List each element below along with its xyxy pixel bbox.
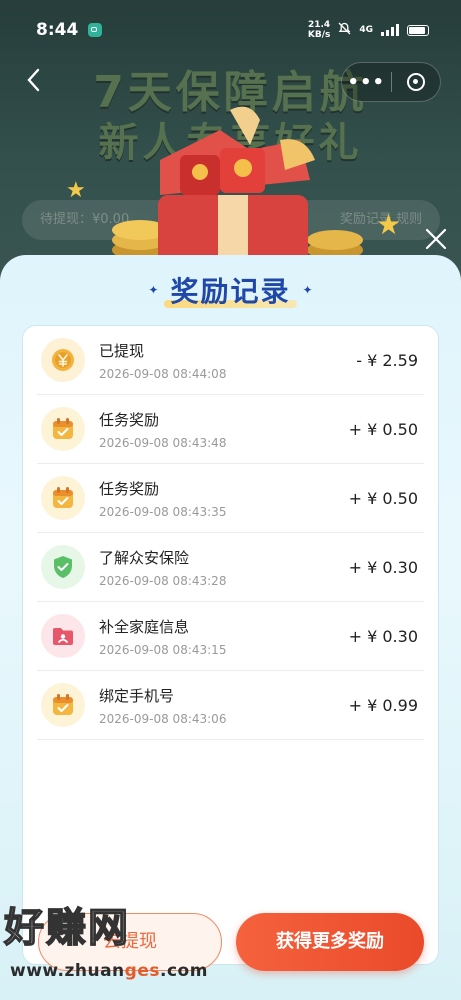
record-row: 已提现 2026-09-08 08:44:08 - ¥ 2.59 <box>37 326 424 395</box>
record-time: 2026-09-08 08:43:35 <box>99 504 227 519</box>
record-title: 补全家庭信息 <box>99 617 190 636</box>
record-amount: + ¥ 0.99 <box>348 695 418 715</box>
watermark-brand: 好赚网 <box>3 904 130 952</box>
mini-program-capsule: ••• <box>341 62 441 102</box>
signal-icon <box>381 24 399 36</box>
network-type: 4G <box>359 25 373 35</box>
records-list: 已提现 2026-09-08 08:44:08 - ¥ 2.59 任务奖励 2026-0… <box>23 326 438 740</box>
record-amount: + ¥ 0.50 <box>348 488 418 508</box>
records-card: 已提现 2026-09-08 08:44:08 - ¥ 2.59 任务奖励 2026-0… <box>22 325 439 965</box>
watermark: 好赚网 www.zhuanges.com <box>0 895 207 995</box>
gift-box-illustration <box>112 106 363 270</box>
record-text: 已提现 2026-09-08 08:44:08 <box>99 340 356 381</box>
record-title: 绑定手机号 <box>99 686 175 705</box>
watermark-url: www.zhuanges.com <box>10 961 208 981</box>
sheet-header: ✦ 奖励记录 ✦ <box>0 267 461 313</box>
record-amount: + ¥ 0.30 <box>348 557 418 577</box>
reward-records-sheet: ✦ 奖励记录 ✦ 已提现 2026-09-08 08:44:08 - ¥ 2.59 任… <box>0 255 461 1000</box>
record-text: 了解众安保险 2026-09-08 08:43:28 <box>99 547 349 588</box>
record-title: 任务奖励 <box>99 410 160 429</box>
net-speed-value: 21.4 <box>307 20 331 30</box>
record-time: 2026-09-08 08:43:48 <box>99 435 227 450</box>
net-speed: 21.4 KB/s <box>308 20 330 40</box>
record-row: 任务奖励 2026-09-08 08:43:35 + ¥ 0.50 <box>37 464 424 533</box>
record-amount: + ¥ 0.50 <box>348 419 418 439</box>
star-decoration-icon: ★ <box>66 178 86 203</box>
sparkle-icon: ✦ <box>148 283 159 297</box>
record-time: 2026-09-08 08:44:08 <box>99 366 227 381</box>
record-row: 绑定手机号 2026-09-08 08:43:06 + ¥ 0.99 <box>37 671 424 740</box>
close-miniprogram-button[interactable] <box>392 73 441 91</box>
shield-icon <box>41 545 85 589</box>
record-text: 任务奖励 2026-09-08 08:43:48 <box>99 409 349 450</box>
more-button[interactable]: ••• <box>342 72 391 93</box>
calendar-check-icon <box>41 683 85 727</box>
status-right: 21.4 KB/s 4G <box>308 20 429 40</box>
sheet-title-text: 奖励记录 <box>170 275 291 308</box>
battery-icon <box>407 24 429 36</box>
record-amount: + ¥ 0.30 <box>348 626 418 646</box>
status-left: 8:44 <box>36 20 103 40</box>
record-title: 了解众安保险 <box>99 548 190 567</box>
watermark-url-prefix: www.zhuan <box>10 961 125 981</box>
record-title: 任务奖励 <box>99 479 160 498</box>
record-amount: - ¥ 2.59 <box>356 350 418 370</box>
record-time: 2026-09-08 08:43:28 <box>99 573 227 588</box>
coin-icon <box>41 338 85 382</box>
record-time: 2026-09-08 08:43:15 <box>99 642 227 657</box>
close-modal-button[interactable] <box>423 228 449 254</box>
mute-bell-icon <box>338 22 351 38</box>
watermark-url-accent: ges <box>124 961 160 981</box>
record-row: 补全家庭信息 2026-09-08 08:43:15 + ¥ 0.30 <box>37 602 424 671</box>
record-time: 2026-09-08 08:43:06 <box>99 711 227 726</box>
target-icon <box>406 73 425 91</box>
record-text: 绑定手机号 2026-09-08 08:43:06 <box>99 685 349 726</box>
net-speed-unit: KB/s <box>307 30 331 40</box>
app-notification-icon <box>88 23 103 37</box>
sheet-title: 奖励记录 <box>164 270 297 310</box>
record-row: 任务奖励 2026-09-08 08:43:48 + ¥ 0.50 <box>37 395 424 464</box>
record-text: 补全家庭信息 2026-09-08 08:43:15 <box>99 616 349 657</box>
calendar-check-icon <box>41 476 85 520</box>
record-title: 已提现 <box>99 341 145 360</box>
watermark-url-suffix: .com <box>160 961 208 981</box>
get-more-rewards-button[interactable]: 获得更多奖励 <box>236 913 424 971</box>
record-text: 任务奖励 2026-09-08 08:43:35 <box>99 478 349 519</box>
close-icon <box>425 228 447 250</box>
sparkle-icon: ✦ <box>302 283 313 297</box>
record-row: 了解众安保险 2026-09-08 08:43:28 + ¥ 0.30 <box>37 533 424 602</box>
status-bar: 8:44 21.4 KB/s 4G <box>0 0 461 60</box>
chevron-left-icon <box>27 68 40 92</box>
folder-icon <box>41 614 85 658</box>
back-button[interactable] <box>26 68 48 98</box>
star-decoration-icon: ★ <box>376 208 402 241</box>
calendar-check-icon <box>41 407 85 451</box>
status-time: 8:44 <box>36 20 79 40</box>
